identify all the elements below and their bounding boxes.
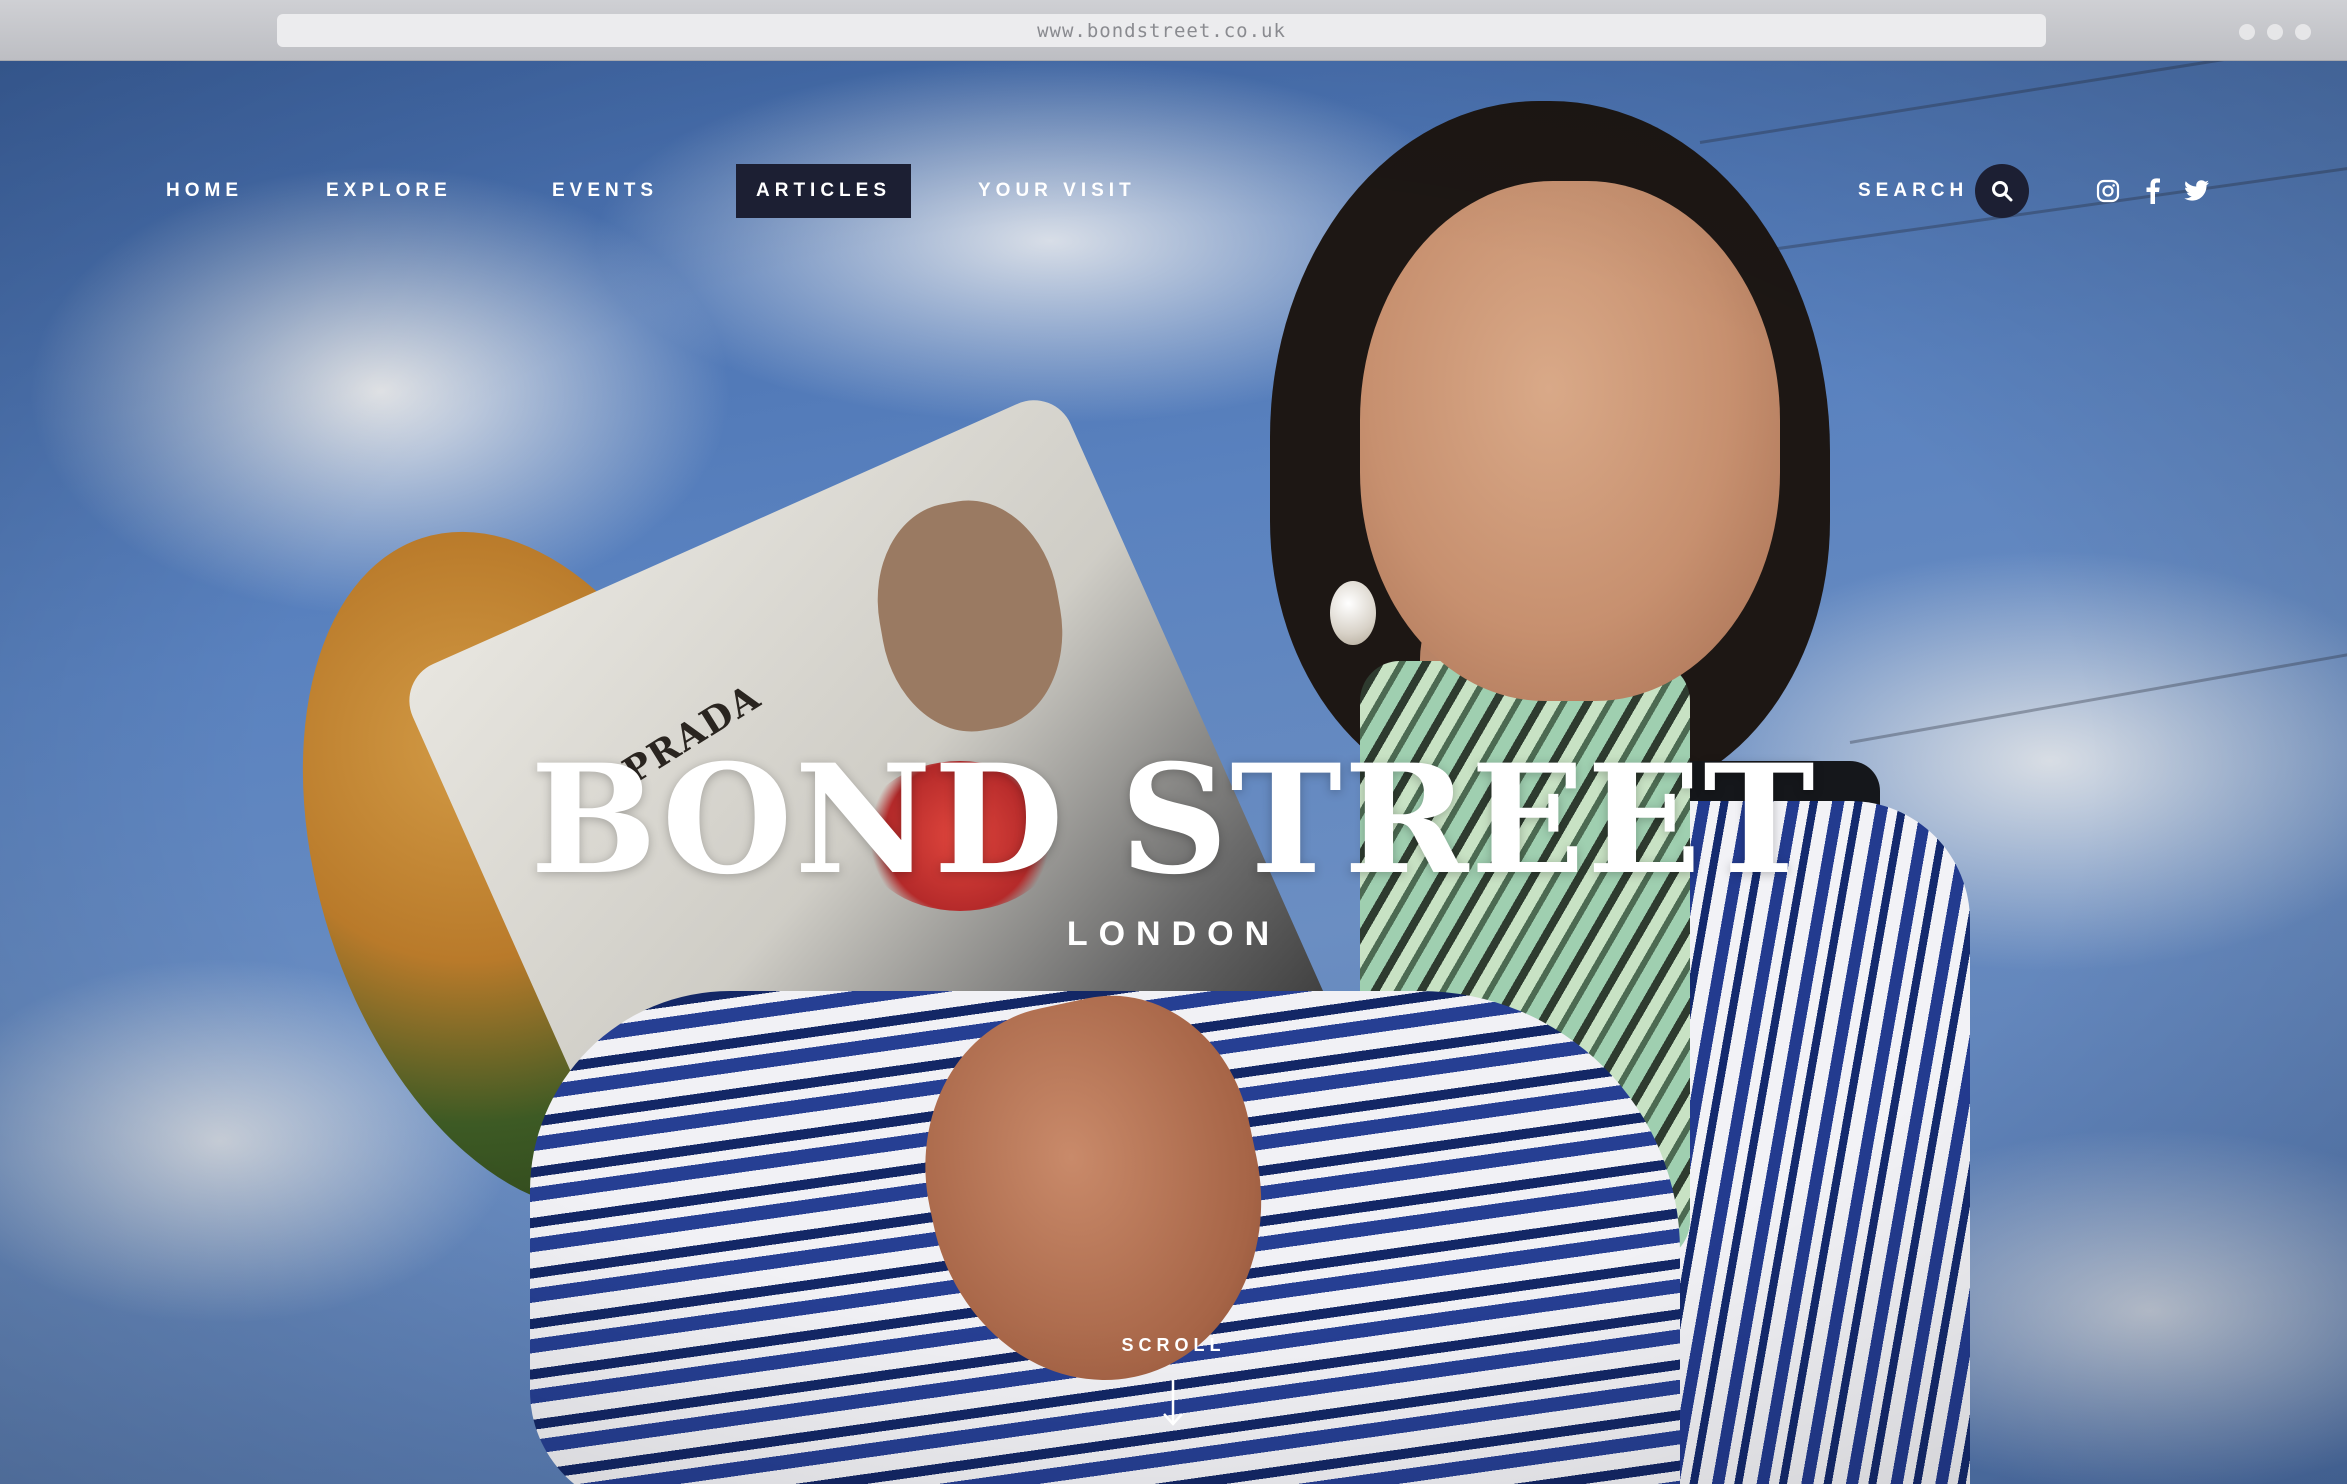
power-line [1849,645,2347,744]
hero-subtitle: LONDON [1066,915,1281,953]
nav-your-visit[interactable]: YOUR VISIT [978,164,1136,218]
address-bar[interactable]: www.bondstreet.co.uk [277,14,2046,47]
window-dot[interactable] [2267,24,2283,40]
scroll-label[interactable]: SCROLL [0,1335,2347,1356]
browser-toolbar: www.bondstreet.co.uk [0,0,2347,61]
instagram-icon [2096,179,2120,203]
url-text: www.bondstreet.co.uk [1037,19,1286,42]
power-line [1699,61,2347,144]
main-nav: HOME EXPLORE EVENTS ARTICLES YOUR VISIT … [0,164,2347,218]
facebook-link[interactable] [2138,176,2168,206]
twitter-icon [2184,180,2209,201]
window-dot[interactable] [2295,24,2311,40]
window-dot[interactable] [2239,24,2255,40]
search-icon [1992,181,2013,202]
twitter-link[interactable] [2182,176,2212,206]
nav-explore[interactable]: EXPLORE [326,164,452,218]
nav-events[interactable]: EVENTS [552,164,658,218]
search-button[interactable] [1975,164,2029,218]
model-face [1360,181,1780,701]
hero-title: BOND STREET [530,732,1817,908]
arrow-down-icon[interactable] [1160,1378,1186,1428]
search-label[interactable]: SEARCH [1858,164,1968,218]
nav-home[interactable]: HOME [166,164,243,218]
facebook-icon [2146,178,2160,204]
instagram-link[interactable] [2093,176,2123,206]
window-controls [2239,24,2311,40]
pearl-earring [1330,581,1376,645]
nav-articles[interactable]: ARTICLES [736,164,911,218]
